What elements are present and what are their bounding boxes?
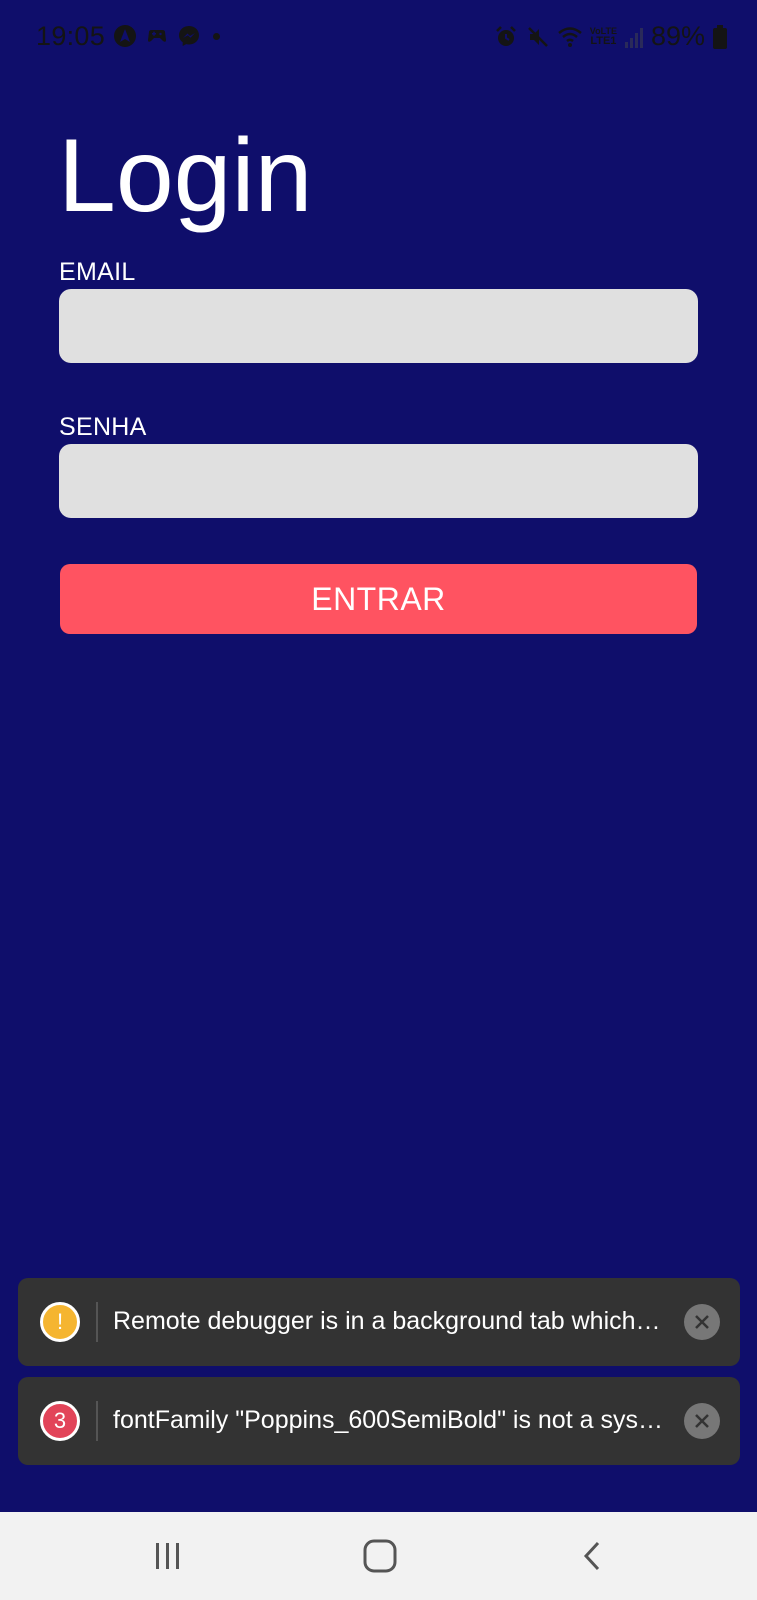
toast-message: Remote debugger is in a background tab w…: [113, 1307, 661, 1335]
messenger-icon: [179, 26, 199, 46]
toast-message: fontFamily "Poppins_600SemiBold" is not …: [113, 1406, 663, 1434]
password-label: SENHA: [59, 413, 147, 441]
close-icon[interactable]: [684, 1403, 720, 1439]
email-field[interactable]: [59, 289, 698, 363]
home-icon[interactable]: [358, 1534, 402, 1578]
battery-icon: [713, 24, 727, 49]
signal-icon: [624, 27, 643, 48]
notification-dot-icon: [213, 32, 220, 40]
alarm-icon: [495, 25, 516, 46]
toast-divider: [96, 1401, 98, 1441]
email-label: EMAIL: [59, 258, 136, 286]
status-right: VoLTE LTE1 89%: [494, 21, 727, 52]
close-icon[interactable]: [684, 1304, 720, 1340]
status-time: 19:05: [36, 21, 106, 51]
status-left-icons: [113, 24, 220, 48]
page-title: Login: [58, 118, 313, 234]
wifi-icon: [557, 26, 582, 47]
back-icon[interactable]: [570, 1534, 614, 1578]
lte-label: LTE1: [590, 34, 617, 47]
password-field[interactable]: [59, 444, 698, 518]
warning-icon: !: [40, 1302, 80, 1342]
error-toast[interactable]: 3 fontFamily "Poppins_600SemiBold" is no…: [18, 1377, 740, 1465]
location-icon: [114, 25, 136, 47]
error-count-badge: 3: [40, 1401, 80, 1441]
battery-percent: 89%: [650, 21, 705, 51]
mute-icon: [527, 26, 548, 47]
status-bar: 19:05 VoLTE LTE1 89%: [0, 0, 757, 74]
warning-toast[interactable]: ! Remote debugger is in a background tab…: [18, 1278, 740, 1366]
volte-lte-icon: VoLTE LTE1: [590, 26, 617, 47]
game-controller-icon: [148, 30, 166, 42]
submit-button[interactable]: ENTRAR: [60, 564, 697, 634]
toast-divider: [96, 1302, 98, 1342]
system-nav-bar: [0, 1512, 757, 1600]
recent-apps-icon[interactable]: [146, 1534, 190, 1578]
